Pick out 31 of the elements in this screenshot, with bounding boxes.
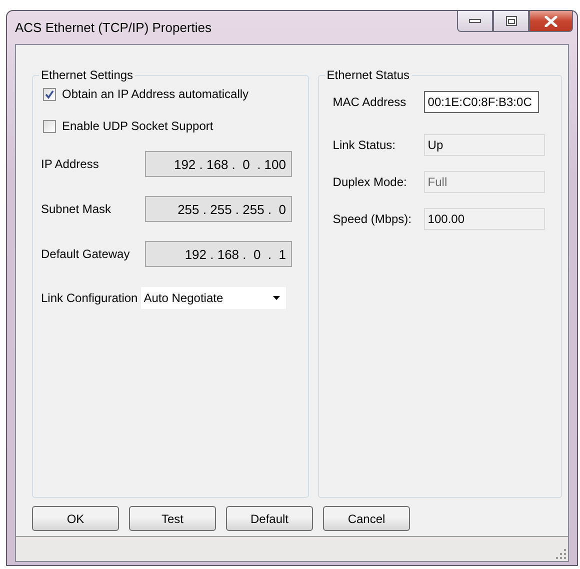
field-label: Link Status: [332,138,396,152]
status-field: 00:1E:C0:8F:B3:0C [424,91,539,113]
checkbox[interactable] [43,88,56,100]
status-field: Up [424,134,545,156]
caret-icon [272,296,280,300]
dialog-button[interactable]: OK [32,506,119,531]
status-field: Full [424,171,545,193]
group-title: Ethernet Status [326,68,411,82]
field-label: MAC Address [332,95,408,109]
status-field: 100.00 [424,208,545,230]
maximize-icon [506,16,516,26]
checkbox[interactable] [43,120,56,132]
dialog-button[interactable]: Cancel [323,506,410,531]
close-button[interactable] [529,11,573,32]
minimize-icon [469,18,481,24]
field-label: Duplex Mode: [332,175,408,189]
group-title: Ethernet Settings [40,68,134,82]
dialog-button[interactable]: Default [226,506,313,531]
link-configuration-dropdown[interactable]: Auto Negotiate [140,287,286,309]
checkbox-label: Enable UDP Socket Support [62,119,214,133]
field-label: Default Gateway [41,247,131,261]
field-label: Link Configuration [41,291,138,305]
checkbox-label: Obtain an IP Address automatically [62,87,249,101]
field-label: IP Address [41,157,100,171]
minimize-button[interactable] [457,11,493,32]
close-icon [544,16,558,26]
field-label: Speed (Mbps): [332,212,412,226]
window-title: ACS Ethernet (TCP/IP) Properties [15,20,212,35]
dialog-button[interactable]: Test [129,506,216,531]
field-label: Subnet Mask [41,202,112,216]
maximize-button[interactable] [493,11,529,32]
